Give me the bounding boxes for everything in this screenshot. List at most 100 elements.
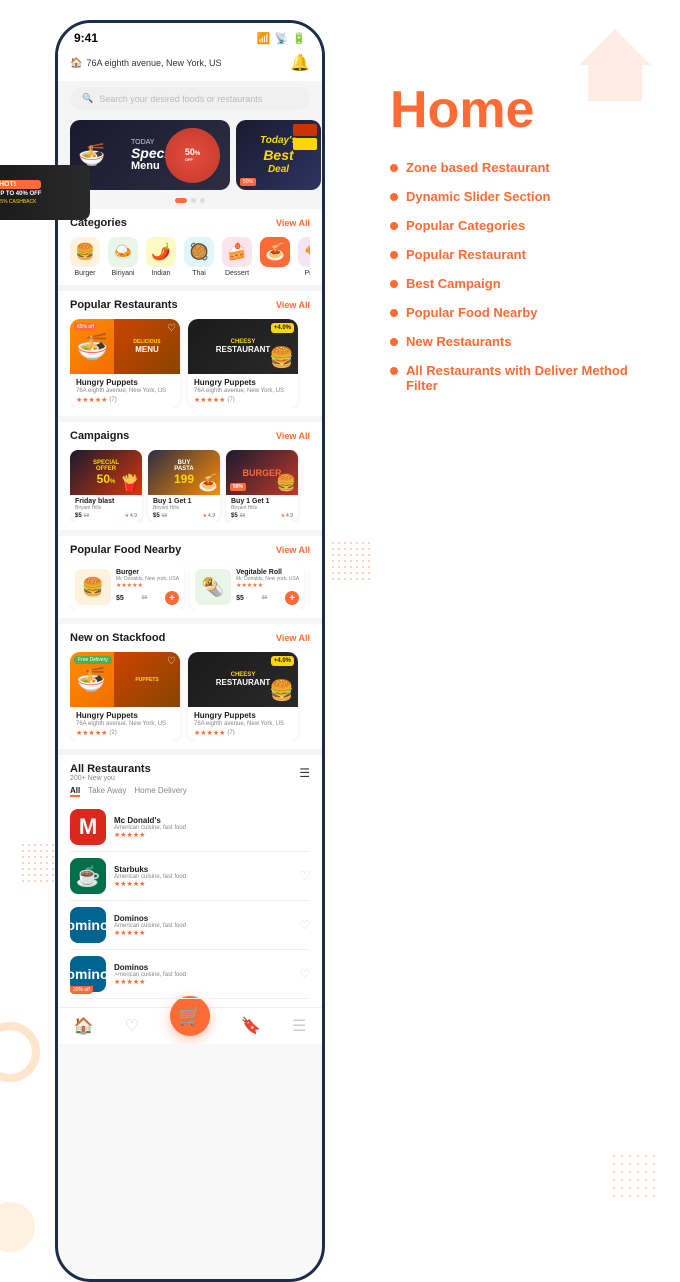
category-pizza[interactable]: 🍕 Pizza bbox=[298, 237, 310, 277]
campaign-card-1[interactable]: SPECIALOFFER50% 🍟 Friday blast Biryani H… bbox=[70, 450, 142, 522]
search-placeholder: Search your desired foods or restaurants bbox=[99, 94, 262, 104]
nav-bookmarks[interactable]: 🔖 bbox=[241, 1016, 261, 1036]
popular-food-view-all[interactable]: View All bbox=[276, 545, 310, 555]
mcdonalds-info: Mc Donald's American cuisine, fast food … bbox=[114, 816, 310, 839]
category-biriyani[interactable]: 🍛 Biriyani bbox=[108, 237, 138, 277]
new-stackfood-card-1[interactable]: Free Delivery 🍜 PUPPETS ♡ Hungry Puppets… bbox=[70, 652, 180, 741]
new-stackfood-title: New on Stackfood bbox=[70, 632, 165, 644]
campaign-price-3: $5 bbox=[231, 513, 238, 519]
list-item-all-restaurants: All Restaurants with Deliver Method Filt… bbox=[390, 363, 660, 393]
restaurant-card-2[interactable]: CHEESY RESTAURANT +4.0% 🍔 Hungry Puppets… bbox=[188, 319, 298, 408]
search-bar[interactable]: 🔍 Search your desired foods or restauran… bbox=[70, 87, 310, 110]
filter-tab-all[interactable]: All bbox=[70, 786, 80, 797]
campaign-card-2[interactable]: BUYPASTA199 🍝 Buy 1 Get 1 Biryani Hills … bbox=[148, 450, 220, 522]
filter-icon[interactable]: ☰ bbox=[299, 766, 310, 780]
popular-restaurants-view-all[interactable]: View All bbox=[276, 300, 310, 310]
category-indian[interactable]: 🌶️ Indian bbox=[146, 237, 176, 277]
restaurant-rating-1: ★★★★★ (7) bbox=[76, 396, 174, 404]
slider-dot-2[interactable] bbox=[191, 198, 196, 203]
popular-food-label: Popular Food Nearby bbox=[406, 305, 537, 320]
deco-dots-right bbox=[330, 540, 370, 580]
campaign-bottom-2: $5 $8 ★ 4.9 bbox=[153, 513, 215, 519]
campaign-rating-3: 4.9 bbox=[286, 513, 293, 519]
main-banner[interactable]: 🍜 TODAY Special Menu 50%OFF bbox=[70, 120, 230, 190]
popular-restaurants-header: Popular Restaurants View All bbox=[70, 299, 310, 311]
categories-view-all[interactable]: View All bbox=[276, 218, 310, 228]
add-to-cart-btn-2[interactable]: + bbox=[285, 591, 299, 605]
new-stackfood-image-2: CHEESY RESTAURANT +4.0% 🍔 bbox=[188, 652, 298, 707]
all-restaurants-title: All Restaurants bbox=[70, 763, 151, 775]
address-text: 76A eighth avenue, New York, US bbox=[86, 58, 221, 68]
list-item-dominos-1[interactable]: Domino's Dominos American cuisine, fast … bbox=[70, 901, 310, 950]
deco-dots-bottom-right bbox=[610, 1152, 660, 1202]
phone-frame: 9:41 📶 📡 🔋 🏠 76A eighth avenue, New York… bbox=[55, 20, 325, 1282]
discount-text: UP TO 40% OFF + 5% CASHBACK bbox=[0, 191, 41, 205]
campaign-price-2: $5 bbox=[153, 513, 160, 519]
new-on-stackfood-section: New on Stackfood View All Free Delivery … bbox=[58, 624, 322, 749]
starbucks-favorite-icon[interactable]: ♡ bbox=[299, 869, 310, 883]
side-banner[interactable]: Today'sBestDeal 50% bbox=[236, 120, 321, 190]
campaign-place-2: Biryani Hills bbox=[153, 505, 215, 511]
slider-dot-1[interactable] bbox=[175, 198, 187, 203]
food-price-row-2: $5 $8 + bbox=[236, 591, 299, 605]
campaign-stars-3: ★ bbox=[281, 513, 285, 519]
new-stackfood-rating-1: ★★★★★ (2) bbox=[76, 729, 174, 737]
food-name-burger-1: Burger bbox=[116, 569, 179, 576]
category-burger[interactable]: 🍔 Burger bbox=[70, 237, 100, 277]
list-item-starbucks[interactable]: ☕ Starbuks American cuisine, fast food ★… bbox=[70, 852, 310, 901]
restaurant-card-1[interactable]: 🍜 DELICIOUS MENU 65% off ♡ Hungry Puppet… bbox=[70, 319, 180, 408]
deco-dots-left bbox=[20, 842, 60, 882]
list-item-mcdonalds[interactable]: M Mc Donald's American cuisine, fast foo… bbox=[70, 803, 310, 852]
nav-menu[interactable]: ☰ bbox=[292, 1016, 306, 1036]
burger-label: Burger bbox=[74, 270, 95, 277]
all-restaurants-label: All Restaurants with Deliver Method Filt… bbox=[406, 363, 660, 393]
dominos-favorite-icon-1[interactable]: ♡ bbox=[299, 918, 310, 932]
campaigns-view-all[interactable]: View All bbox=[276, 431, 310, 441]
favorite-heart-1[interactable]: ♡ bbox=[167, 323, 176, 334]
categories-row: 🍔 Burger 🍛 Biriyani 🌶️ Indian 🥘 Thai bbox=[70, 237, 310, 277]
nav-cart[interactable]: 🛒 bbox=[170, 1016, 210, 1036]
dynamic-label: Dynamic Slider Section bbox=[406, 189, 551, 204]
pizza-icon: 🍕 bbox=[298, 237, 310, 267]
campaign-card-3[interactable]: BURGER 🍔 50% Buy 1 Get 1 Biryani Hills $… bbox=[226, 450, 298, 522]
popular-restaurant-label: Popular Restaurant bbox=[406, 247, 526, 262]
cart-button[interactable]: 🛒 bbox=[170, 996, 210, 1036]
floating-promo-banner: HOT! UP TO 40% OFF + 5% CASHBACK bbox=[0, 165, 90, 220]
bullet-new-restaurants bbox=[390, 338, 398, 346]
add-to-cart-btn-1[interactable]: + bbox=[165, 591, 179, 605]
category-pasta[interactable]: 🍝 Pasta bbox=[260, 237, 290, 277]
food-item-roll[interactable]: 🌯 Vegitable Roll Mc Donalds, New york, U… bbox=[190, 564, 304, 610]
dominos-favorite-icon-2[interactable]: ♡ bbox=[299, 967, 310, 981]
starbucks-stars: ★★★★★ bbox=[114, 880, 291, 888]
bullet-zone bbox=[390, 164, 398, 172]
campaign-rating-1: 4.9 bbox=[130, 513, 137, 519]
food-price-1: $5 bbox=[116, 595, 124, 602]
category-thai[interactable]: 🥘 Thai bbox=[184, 237, 214, 277]
slider-dot-3[interactable] bbox=[200, 198, 205, 203]
nav-home[interactable]: 🏠 bbox=[74, 1016, 94, 1036]
category-dessert[interactable]: 🍰 Dessert bbox=[222, 237, 252, 277]
restaurant-address-1: 76A eighth avenue, New York, US bbox=[76, 388, 174, 394]
filter-tab-homedelivery[interactable]: Home Delivery bbox=[134, 786, 186, 797]
food-thumb-burger-1: 🍔 bbox=[75, 569, 111, 605]
burger-icon: 🍔 bbox=[70, 237, 100, 267]
food-info-roll: Vegitable Roll Mc Donalds, New york, USA… bbox=[236, 569, 299, 605]
rating-count-2: (7) bbox=[227, 397, 234, 403]
list-item-dominos-2[interactable]: Domino's 30% off Dominos American cuisin… bbox=[70, 950, 310, 999]
favorite-heart-3[interactable]: ♡ bbox=[167, 656, 176, 667]
hot-badge: HOT! bbox=[0, 180, 41, 189]
new-stackfood-view-all[interactable]: View All bbox=[276, 633, 310, 643]
new-stackfood-card-2[interactable]: CHEESY RESTAURANT +4.0% 🍔 Hungry Puppets… bbox=[188, 652, 298, 741]
new-stackfood-name-1: Hungry Puppets bbox=[76, 711, 174, 720]
dessert-icon: 🍰 bbox=[222, 237, 252, 267]
food-item-burger-1[interactable]: 🍔 Burger Mc Donalds, New york, USA ★★★★★… bbox=[70, 564, 184, 610]
mcdonalds-stars: ★★★★★ bbox=[114, 831, 310, 839]
nav-favorites[interactable]: ♡ bbox=[125, 1016, 139, 1036]
notification-bell-icon[interactable]: 🔔 bbox=[290, 53, 310, 73]
popular-food-header: Popular Food Nearby View All bbox=[70, 544, 310, 556]
info-feature-list: Zone based Restaurant Dynamic Slider Sec… bbox=[390, 160, 660, 393]
new-stackfood-image-1: Free Delivery 🍜 PUPPETS ♡ bbox=[70, 652, 180, 707]
all-restaurants-count: 200+ New you bbox=[70, 775, 151, 782]
filter-tab-takeaway[interactable]: Take Away bbox=[88, 786, 126, 797]
food-nearby-row: 🍔 Burger Mc Donalds, New york, USA ★★★★★… bbox=[70, 564, 310, 610]
